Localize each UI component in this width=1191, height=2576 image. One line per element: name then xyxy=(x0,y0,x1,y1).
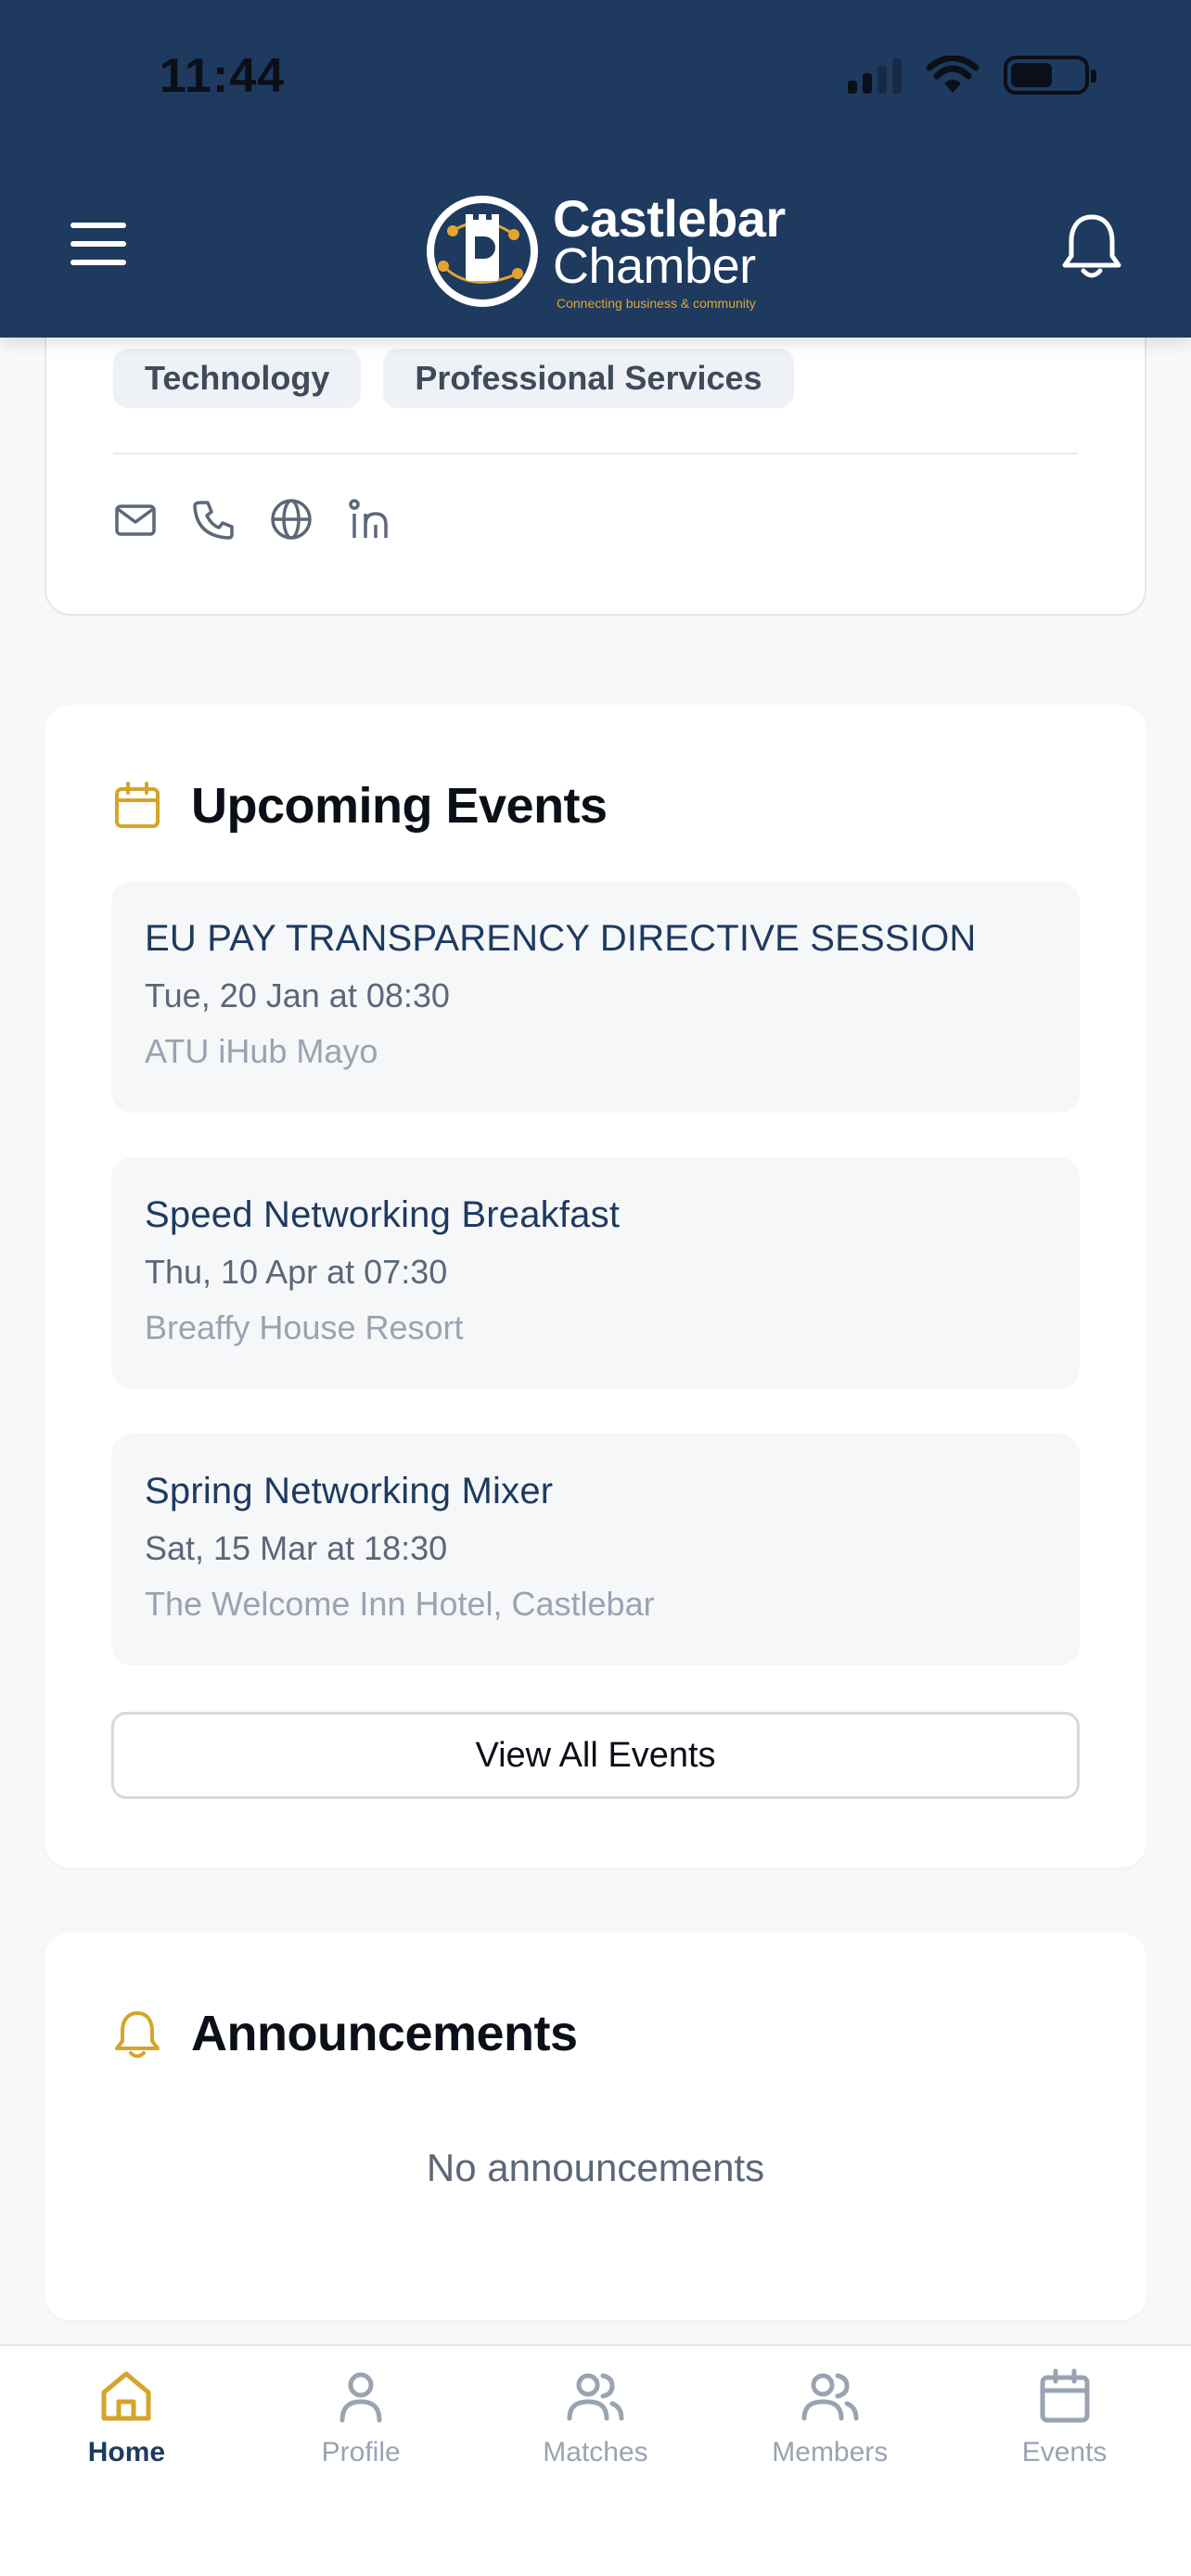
menu-button[interactable] xyxy=(70,223,126,265)
logo-line-castlebar: Castlebar xyxy=(553,189,786,248)
status-icons xyxy=(848,56,1096,95)
users-icon xyxy=(801,2373,859,2421)
industry-tags: Technology Professional Services xyxy=(113,349,794,408)
logo-tagline: Connecting business & community xyxy=(557,296,756,311)
event-date: Sat, 15 Mar at 18:30 xyxy=(145,1529,448,1567)
event-item[interactable]: Spring Networking Mixer Sat, 15 Mar at 1… xyxy=(111,1434,1080,1665)
logo-line-chamber: Chamber xyxy=(553,238,756,294)
event-location: ATU iHub Mayo xyxy=(145,1032,378,1070)
event-item[interactable]: Speed Networking Breakfast Thu, 10 Apr a… xyxy=(111,1157,1080,1389)
nav-home[interactable]: Home xyxy=(19,2346,233,2576)
upcoming-events-header: Upcoming Events xyxy=(111,777,608,835)
nav-profile[interactable]: Profile xyxy=(254,2346,467,2576)
tag-professional-services: Professional Services xyxy=(383,349,794,408)
announcements-header: Announcements xyxy=(111,2005,578,2062)
view-all-events-button[interactable]: View All Events xyxy=(111,1712,1080,1799)
event-title: Speed Networking Breakfast xyxy=(145,1194,621,1235)
nav-label: Home xyxy=(87,2437,166,2468)
cellular-signal-icon xyxy=(848,57,902,94)
event-date: Thu, 10 Apr at 07:30 xyxy=(145,1253,448,1291)
upcoming-events-title: Upcoming Events xyxy=(191,778,608,834)
bell-icon xyxy=(115,2011,160,2059)
event-title: EU PAY TRANSPARENCY DIRECTIVE SESSION xyxy=(145,918,977,959)
status-time: 11:44 xyxy=(160,49,286,103)
calendar-icon xyxy=(115,782,160,828)
nav-label: Events xyxy=(1021,2437,1108,2468)
event-title: Spring Networking Mixer xyxy=(145,1471,554,1511)
castlebar-chamber-logo: Castlebar Chamber Connecting business & … xyxy=(425,193,786,310)
globe-icon[interactable] xyxy=(269,497,314,542)
notifications-bell-icon[interactable] xyxy=(1059,211,1124,282)
phone-icon[interactable] xyxy=(191,497,236,542)
home-icon xyxy=(101,2371,151,2421)
contact-icons xyxy=(113,497,391,542)
app-screen: 11:44 Castlebar Chamber Connecting busin… xyxy=(0,0,1191,2576)
event-location: The Welcome Inn Hotel, Castlebar xyxy=(145,1585,655,1623)
announcements-card: Announcements No announcements xyxy=(45,1932,1146,2320)
nav-label: Matches xyxy=(543,2437,648,2468)
event-location: Breaffy House Resort xyxy=(145,1308,464,1346)
upcoming-events-card: Upcoming Events EU PAY TRANSPARENCY DIRE… xyxy=(45,705,1146,1868)
nav-label: Profile xyxy=(321,2437,401,2468)
chamber-logo-icon xyxy=(427,196,538,307)
event-item[interactable]: EU PAY TRANSPARENCY DIRECTIVE SESSION Tu… xyxy=(111,881,1080,1113)
linkedin-icon[interactable] xyxy=(347,497,391,542)
nav-members[interactable]: Members xyxy=(724,2346,937,2576)
nav-label: Members xyxy=(772,2437,889,2468)
wifi-icon xyxy=(926,56,980,93)
divider xyxy=(113,453,1078,454)
no-announcements-text: No announcements xyxy=(426,2146,765,2189)
app-header: 11:44 Castlebar Chamber Connecting busin… xyxy=(0,0,1191,338)
nav-matches[interactable]: Matches xyxy=(489,2346,702,2576)
nav-events[interactable]: Events xyxy=(958,2346,1172,2576)
mail-icon[interactable] xyxy=(113,497,158,542)
user-icon xyxy=(339,2372,382,2423)
calendar-icon xyxy=(1040,2368,1090,2423)
battery-icon xyxy=(1004,56,1096,95)
event-date: Tue, 20 Jan at 08:30 xyxy=(145,976,450,1014)
tag-technology: Technology xyxy=(113,349,362,408)
users-icon xyxy=(567,2373,624,2421)
bottom-navigation: Home Profile Matches Members Events xyxy=(0,2344,1191,2576)
announcements-title: Announcements xyxy=(191,2006,578,2061)
